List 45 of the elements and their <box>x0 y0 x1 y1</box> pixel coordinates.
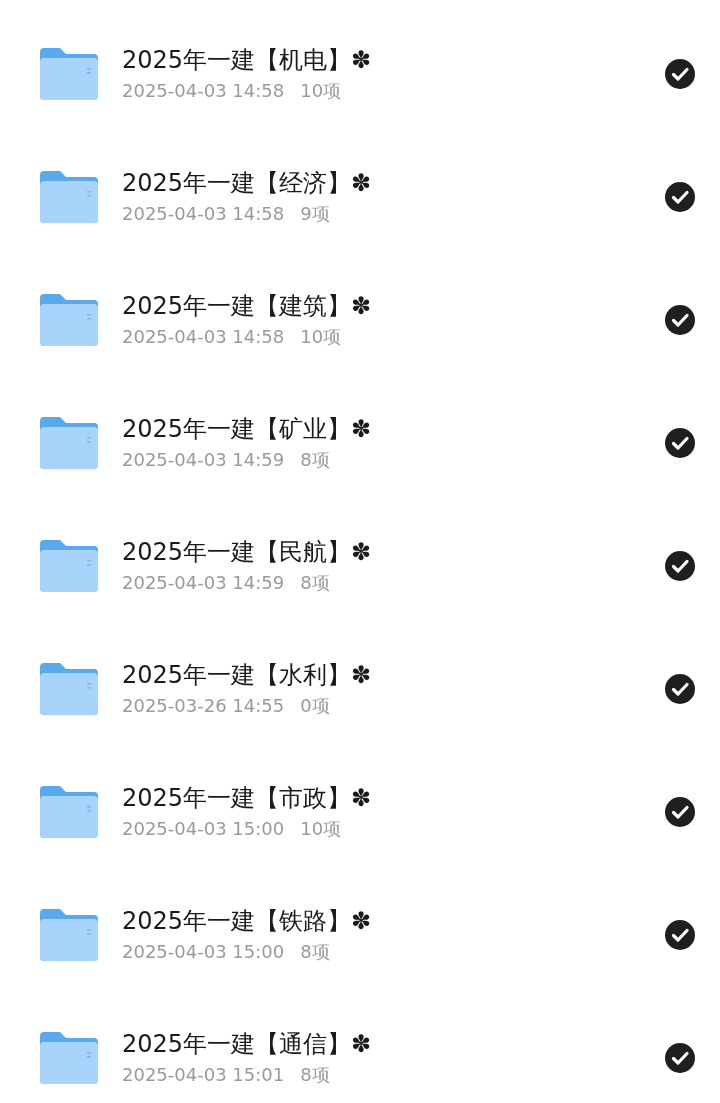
folder-icon <box>40 47 98 100</box>
item-count: 10项 <box>300 78 342 103</box>
item-count: 9项 <box>300 201 330 226</box>
select-checkbox[interactable] <box>664 426 696 459</box>
folder-icon <box>40 293 98 346</box>
folder-name: 2025年一建【民航】✽ <box>122 536 373 568</box>
item-count: 8项 <box>300 447 330 472</box>
folder-name: 2025年一建【机电】✽ <box>122 44 373 76</box>
folder-icon <box>40 785 98 838</box>
modified-date: 2025-04-03 14:59 <box>122 447 285 472</box>
select-checkbox[interactable] <box>664 303 696 336</box>
item-count: 8项 <box>300 570 330 595</box>
select-checkbox[interactable] <box>664 549 696 582</box>
select-checkbox[interactable] <box>664 918 696 951</box>
select-checkbox[interactable] <box>664 1041 696 1074</box>
modified-date: 2025-04-03 15:00 <box>122 816 285 841</box>
select-checkbox[interactable] <box>664 795 696 828</box>
modified-date: 2025-04-03 14:58 <box>122 78 285 103</box>
folder-icon <box>40 416 98 469</box>
folder-icon <box>40 908 98 961</box>
select-checkbox[interactable] <box>664 672 696 705</box>
folder-name: 2025年一建【铁路】✽ <box>122 905 373 937</box>
folder-name: 2025年一建【通信】✽ <box>122 1028 373 1060</box>
folder-name: 2025年一建【经济】✽ <box>122 167 373 199</box>
select-checkbox[interactable] <box>664 57 696 90</box>
item-count: 8项 <box>300 1062 330 1087</box>
folder-name: 2025年一建【建筑】✽ <box>122 290 373 322</box>
folder-icon <box>40 662 98 715</box>
folder-icon <box>40 1031 98 1084</box>
modified-date: 2025-03-26 14:55 <box>122 693 285 718</box>
folder-icon <box>40 539 98 592</box>
item-count: 8项 <box>300 939 330 964</box>
modified-date: 2025-04-03 15:00 <box>122 939 285 964</box>
folder-name: 2025年一建【市政】✽ <box>122 782 373 814</box>
modified-date: 2025-04-03 15:01 <box>122 1062 285 1087</box>
folder-name: 2025年一建【水利】✽ <box>122 659 373 691</box>
modified-date: 2025-04-03 14:58 <box>122 324 285 349</box>
modified-date: 2025-04-03 14:58 <box>122 201 285 226</box>
item-count: 10项 <box>300 324 342 349</box>
modified-date: 2025-04-03 14:59 <box>122 570 285 595</box>
folder-name: 2025年一建【矿业】✽ <box>122 413 373 445</box>
item-count: 10项 <box>300 816 342 841</box>
folder-icon <box>40 170 98 223</box>
item-count: 0项 <box>300 693 330 718</box>
select-checkbox[interactable] <box>664 180 696 213</box>
